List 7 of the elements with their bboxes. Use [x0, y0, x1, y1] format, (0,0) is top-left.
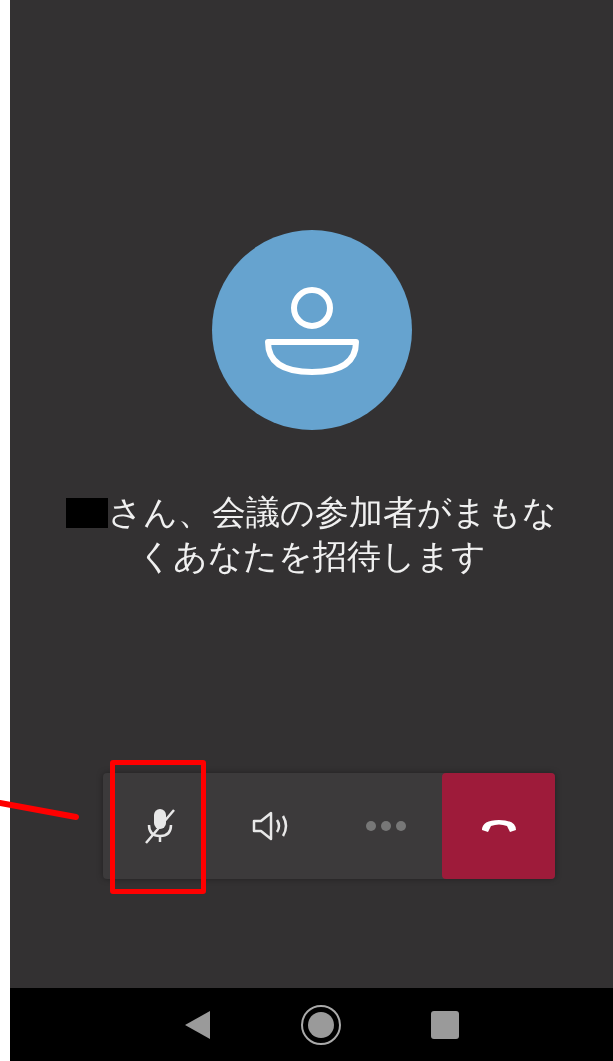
- message-text: さん、会議の参加者がまもな くあなたを招待します: [10, 490, 613, 578]
- back-icon[interactable]: [184, 1009, 213, 1040]
- microphone-icon: [143, 806, 176, 846]
- avatar-icon: [211, 230, 412, 430]
- more-icon: [364, 820, 407, 832]
- home-icon[interactable]: [300, 1003, 343, 1046]
- recents-icon[interactable]: [430, 1010, 459, 1039]
